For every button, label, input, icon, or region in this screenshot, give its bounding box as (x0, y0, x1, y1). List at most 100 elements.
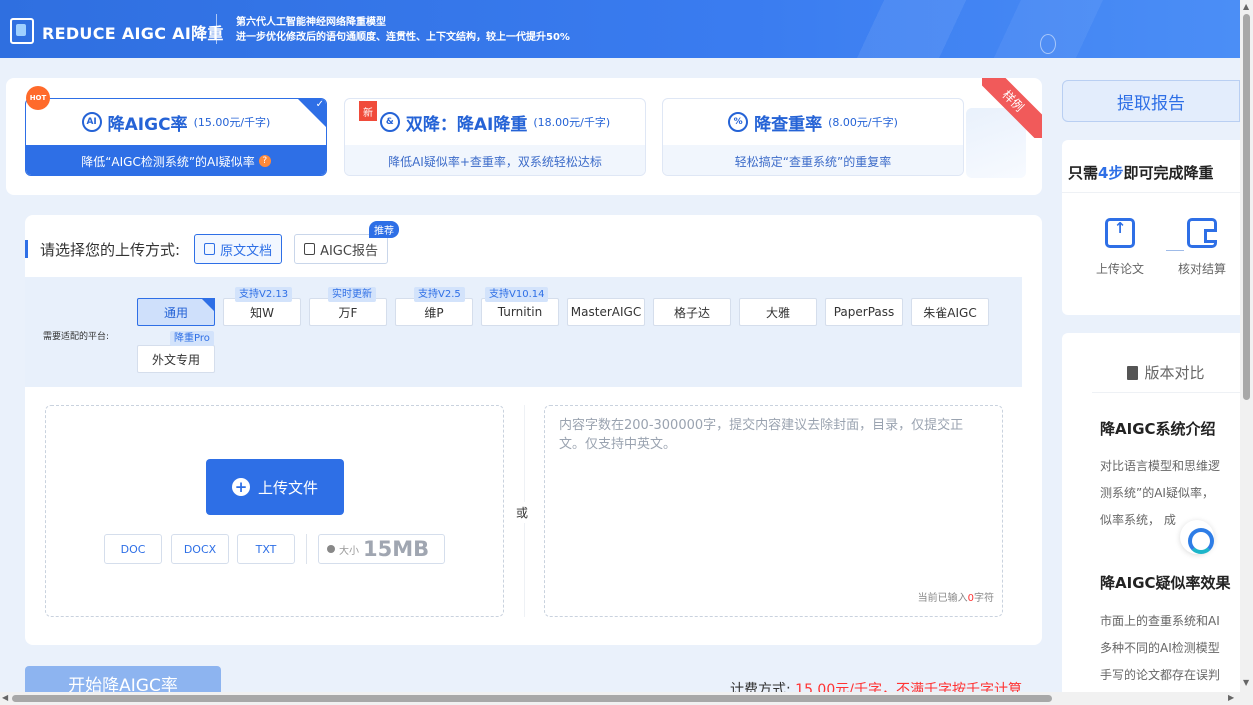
platform-zhuque[interactable]: 朱雀AIGC (911, 298, 989, 326)
size-label: 大小 (339, 545, 359, 557)
sample-corner[interactable]: 样例 (982, 78, 1042, 138)
header-slogan: 第六代人工智能神经网络降重模型 进一步优化修改后的语句通顺度、连贯性、上下文结构… (236, 15, 570, 45)
plan-name: 降AIGC率 (107, 114, 188, 135)
format-docx: DOCX (171, 534, 229, 564)
version-compare-title: 版本对比 (1144, 364, 1205, 382)
section-text-intro: 对比语言模型和思维逻 测系统”的AI疑似率， 似率系统， 成 (1100, 453, 1240, 534)
plan-card-reduce-duplicate[interactable]: % 降查重率 (8.00元/千字) 轻松搞定“查重系统”的重复率 (662, 98, 964, 176)
text-line: 市面上的查重系统和AI (1100, 614, 1220, 628)
tag-reduce-pro: 降重Pro (170, 331, 214, 346)
document-icon (204, 243, 216, 255)
upload-method-label: 请选择您的上传方式: (40, 240, 181, 259)
sample-ribbon[interactable]: 样例 (982, 78, 1042, 138)
platform-general[interactable]: 通用 (137, 298, 215, 326)
scroll-right-arrow-icon[interactable]: ▶ (1228, 693, 1234, 702)
slogan-line-1: 第六代人工智能神经网络降重模型 (236, 17, 386, 28)
platform-turnitin[interactable]: Turnitin (481, 298, 559, 326)
extract-report-button[interactable]: 提取报告 (1062, 80, 1240, 122)
method-aigc-report-button[interactable]: AIGC报告 推荐 (294, 221, 399, 264)
method-label: 原文文档 (220, 243, 273, 259)
plan-selector: AI 降AIGC率 (15.00元/千字) 降低“AIGC检测系统”的AI疑似率… (6, 78, 1042, 195)
plan-card-double-reduce[interactable]: & 双降：降AI降重 (18.00元/千字) 降低AI疑似率+查重率，双系统轻松… (344, 98, 646, 176)
plan-price: (15.00元/千字) (193, 116, 271, 129)
header-decoration (720, 0, 1240, 58)
plan-desc: 轻松搞定“查重系统”的重复率 (734, 154, 892, 169)
horizontal-scrollbar[interactable]: ◀ ▶ (0, 692, 1240, 705)
customer-service-icon[interactable] (1180, 520, 1214, 554)
platform-masteraigc[interactable]: MasterAIGC (567, 298, 645, 326)
percent-icon: % (728, 112, 749, 132)
platform-paperpass[interactable]: PaperPass (825, 298, 903, 326)
plan-name: 降查重率 (754, 114, 823, 135)
upload-paper-icon (1105, 218, 1135, 248)
textarea-placeholder: 内容字数在200-300000字，提交内容建议去除封面，目录，仅提交正文。仅支持… (559, 418, 964, 452)
steps-title-count: 4步 (1098, 164, 1124, 182)
section-title-effect: 降AIGC疑似率效果 (1100, 574, 1231, 592)
platform-wanf[interactable]: 万F (309, 298, 387, 326)
logo-icon[interactable] (10, 18, 34, 44)
tag-support-v1014: 支持V10.14 (485, 287, 549, 302)
header-divider (216, 14, 217, 44)
header-circle-decoration (1040, 34, 1056, 54)
version-compare-card: 版本对比 降AIGC系统介绍 对比语言模型和思维逻 测系统”的AI疑似率， 似率… (1062, 333, 1240, 705)
steps-divider (1062, 192, 1240, 193)
vertical-scrollbar[interactable]: ▲ ▼ (1240, 0, 1253, 705)
text-line: 多种不同的AI检测模型 (1100, 641, 1220, 655)
method-label: AIGC报告 (320, 243, 378, 259)
platform-daya[interactable]: 大雅 (739, 298, 817, 326)
size-value: 15MB (363, 537, 430, 561)
method-original-doc-button[interactable]: 原文文档 (194, 234, 283, 264)
horizontal-scroll-thumb[interactable] (12, 695, 1052, 702)
checkout-icon (1187, 218, 1217, 248)
platform-gezida[interactable]: 格子达 (653, 298, 731, 326)
upload-file-button[interactable]: + 上传文件 (206, 459, 344, 515)
slogan-line-2: 进一步优化修改后的语句通顺度、连贯性、上下文结构，较上一代提升50% (236, 32, 570, 43)
or-divider-text: 或 (516, 502, 529, 523)
platform-label: 需要适配的平台: (43, 332, 110, 342)
plan-desc: 降低“AIGC检测系统”的AI疑似率 (81, 154, 255, 169)
text-line: 对比语言模型和思维逻 (1100, 459, 1221, 473)
paste-text-area[interactable]: 内容字数在200-300000字，提交内容建议去除封面，目录，仅提交正文。仅支持… (544, 405, 1003, 617)
format-divider (306, 534, 307, 564)
scroll-up-arrow-icon[interactable]: ▲ (1243, 2, 1249, 11)
platform-weip[interactable]: 维P (395, 298, 473, 326)
file-drop-zone[interactable]: + 上传文件 DOC DOCX TXT 大小 15MB (45, 405, 504, 617)
version-compare-header[interactable]: 版本对比 (1092, 353, 1240, 393)
plan-name: 双降：降AI降重 (405, 114, 528, 135)
info-icon (327, 545, 335, 553)
hot-badge-icon: HOT (26, 86, 50, 110)
upload-method-row: 请选择您的上传方式: 原文文档 AIGC报告 推荐 (25, 221, 400, 265)
platform-foreign[interactable]: 外文专用 (137, 345, 215, 373)
steps-title: 只需4步即可完成降重 (1068, 162, 1213, 183)
format-doc: DOC (104, 534, 162, 564)
platform-zhiw[interactable]: 知W (223, 298, 301, 326)
steps-title-pre: 只需 (1068, 164, 1099, 182)
plan-price: (18.00元/千字) (533, 116, 611, 129)
section-text-effect: 市面上的查重系统和AI 多种不同的AI检测模型 手写的论文都存在误判 (1100, 608, 1240, 689)
upload-button-label: 上传文件 (257, 478, 318, 497)
platform-selector: 需要适配的平台: 通用 外文专用 降重Pro 知W 支持V2.13 万F 实时更… (25, 277, 1022, 387)
count-prefix: 当前已输入 (917, 593, 968, 604)
selected-check-icon (298, 99, 326, 127)
max-size-box: 大小 15MB (318, 534, 445, 564)
tag-realtime: 实时更新 (328, 287, 376, 302)
help-icon[interactable]: ? (258, 155, 271, 167)
tag-support-v25: 支持V2.5 (414, 287, 465, 302)
brand-name[interactable]: REDUCE AIGC AI降重 (42, 20, 224, 44)
plan-price: (8.00元/千字) (828, 116, 898, 129)
count-suffix: 字符 (974, 593, 994, 604)
scroll-left-arrow-icon[interactable]: ◀ (2, 693, 8, 702)
plan-card-reduce-aigc[interactable]: AI 降AIGC率 (15.00元/千字) 降低“AIGC检测系统”的AI疑似率… (25, 98, 327, 176)
text-line: 手写的论文都存在误判 (1100, 668, 1221, 682)
ai-icon: AI (81, 112, 102, 132)
steps-title-post: 即可完成降重 (1123, 164, 1214, 182)
text-line: 似率系统， 成 (1100, 513, 1176, 527)
step-label: 上传论文 (1095, 262, 1144, 276)
text-line: 测系统”的AI疑似率， (1100, 486, 1214, 500)
vertical-scroll-thumb[interactable] (1243, 14, 1250, 400)
plan-desc: 降低AI疑似率+查重率，双系统轻松达标 (388, 154, 602, 169)
char-count: 当前已输入0字符 (918, 589, 994, 608)
format-txt: TXT (237, 534, 295, 564)
recommend-badge: 推荐 (368, 221, 399, 238)
scroll-down-arrow-icon[interactable]: ▼ (1243, 678, 1249, 687)
